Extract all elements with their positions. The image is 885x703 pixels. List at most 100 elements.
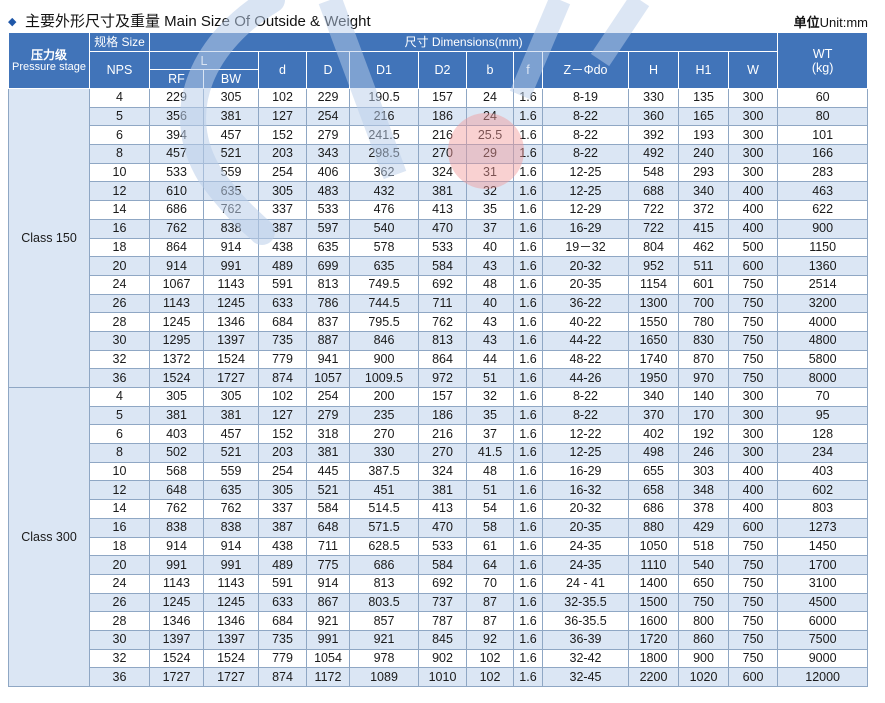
table-cell: 1.6 (513, 106, 543, 127)
table-row: 24 1143 1143 591 914 813 692 70 1.6 24 - 41 1400 65… (9, 573, 869, 594)
table-cell: 36-22 (542, 293, 629, 314)
table-cell: 305 (149, 387, 204, 407)
table-cell: 813 (349, 573, 419, 594)
table-cell: 762 (149, 499, 204, 519)
table-cell: 32 (89, 349, 150, 370)
table-cell: 20 (89, 256, 150, 276)
table-cell: 8-22 (542, 387, 629, 407)
table-cell: 750 (727, 536, 779, 557)
table-cell: 813 (306, 274, 350, 295)
table-cell: 8-22 (542, 106, 629, 127)
table-cell: 12 (89, 480, 150, 501)
table-cell: 887 (306, 330, 350, 351)
table-cell: 4500 (777, 592, 869, 613)
table-cell: 1524 (203, 648, 259, 669)
table-row: 16 838 838 387 648 571.5 470 58 1.6 20-35 880 429 60… (9, 517, 869, 538)
table-row: 28 1346 1346 684 921 857 787 87 1.6 36-35.5 1600 80… (9, 611, 869, 631)
table-cell: 2514 (777, 274, 869, 295)
table-cell: 489 (258, 256, 307, 276)
table-cell: 489 (258, 555, 307, 575)
table-cell: 1360 (777, 256, 869, 276)
table-cell: 381 (306, 443, 350, 463)
table-cell: 402 (628, 424, 679, 445)
table-cell: 635 (349, 256, 419, 276)
table-cell: 406 (306, 162, 350, 183)
table-row: 36 1524 1727 874 1057 1009.5 972 51 1.6 44-26 1950… (9, 368, 869, 388)
table-cell: 787 (418, 611, 467, 631)
table-cell: 795.5 (349, 312, 419, 332)
table-cell: 1450 (777, 536, 869, 557)
table-cell: 102 (466, 667, 514, 687)
table-cell: 750 (727, 274, 779, 295)
table-cell: 658 (628, 480, 679, 501)
pressure-stage-header: 压力级 Pressure stage (8, 32, 90, 89)
table-cell: 394 (149, 125, 204, 146)
table-cell: 8-22 (542, 125, 629, 146)
table-cell: 568 (149, 461, 204, 482)
table-cell: 1089 (349, 667, 419, 687)
table-cell: 838 (203, 218, 259, 239)
table-cell: 4000 (777, 312, 869, 332)
z-header: Z－Φdo (542, 51, 629, 89)
table-cell: 914 (306, 573, 350, 594)
table-cell: 533 (418, 237, 467, 258)
table-cell: 279 (306, 405, 350, 426)
table-cell: 692 (418, 274, 467, 295)
table-cell: 1.6 (513, 611, 543, 631)
table-cell: 1.6 (513, 424, 543, 445)
table-row: 28 1245 1346 684 837 795.5 762 43 1.6 40-22 1550 78… (9, 312, 869, 332)
table-cell: 1524 (203, 349, 259, 370)
table-cell: 12000 (777, 667, 869, 687)
table-cell: 1.6 (513, 555, 543, 575)
table-cell: 324 (418, 162, 467, 183)
table-cell: 216 (349, 106, 419, 127)
table-cell: 337 (258, 200, 307, 220)
pressure-stage-en: Pressure stage (12, 60, 86, 73)
table-cell: 584 (306, 499, 350, 519)
table-cell: 381 (149, 405, 204, 426)
table-cell: 234 (777, 443, 869, 463)
table-cell: 1.6 (513, 237, 543, 258)
table-cell: 533 (149, 162, 204, 183)
table-cell: 30 (89, 330, 150, 351)
table-cell: 1.6 (513, 218, 543, 239)
table-cell: 36-35.5 (542, 611, 629, 631)
table-cell: 254 (306, 387, 350, 407)
table-cell: 203 (258, 144, 307, 164)
table-cell: 16-29 (542, 461, 629, 482)
table-cell: 744.5 (349, 293, 419, 314)
table-cell: 838 (149, 517, 204, 538)
table-cell: 601 (678, 274, 729, 295)
table-cell: 20-32 (542, 256, 629, 276)
table-cell: 1397 (149, 629, 204, 650)
table-cell: 381 (203, 405, 259, 426)
dimensions-table: 压力级 Pressure stage 规格 Size 尺寸 Dimensions… (8, 32, 869, 687)
unit-label: 单位Unit:mm (794, 14, 868, 32)
table-cell: 902 (418, 648, 467, 669)
table-cell: 24 (89, 274, 150, 295)
table-cell: 18 (89, 237, 150, 258)
table-cell: 20 (89, 555, 150, 575)
table-cell: 492 (628, 144, 679, 164)
table-cell: 600 (727, 667, 779, 687)
table-cell: 166 (777, 144, 869, 164)
table-cell: 415 (678, 218, 729, 239)
table-cell: 400 (727, 218, 779, 239)
table-cell: 686 (349, 555, 419, 575)
table-cell: 356 (149, 106, 204, 127)
table-cell: 28 (89, 611, 150, 631)
table-cell: 1.6 (513, 387, 543, 407)
table-cell: 1.6 (513, 274, 543, 295)
table-cell: 102 (466, 648, 514, 669)
table-cell: 16 (89, 218, 150, 239)
table-cell: 9000 (777, 648, 869, 669)
table-cell: 400 (727, 480, 779, 501)
table-cell: 4800 (777, 330, 869, 351)
table-cell: 762 (418, 312, 467, 332)
table-cell: 511 (678, 256, 729, 276)
table-row: 5 356 381 127 254 216 186 24 1.6 8-22 360 165 300 80 (9, 106, 869, 127)
table-cell: 1346 (149, 611, 204, 631)
table-cell: 300 (727, 443, 779, 463)
table-cell: 1.6 (513, 312, 543, 332)
table-cell: 1273 (777, 517, 869, 538)
